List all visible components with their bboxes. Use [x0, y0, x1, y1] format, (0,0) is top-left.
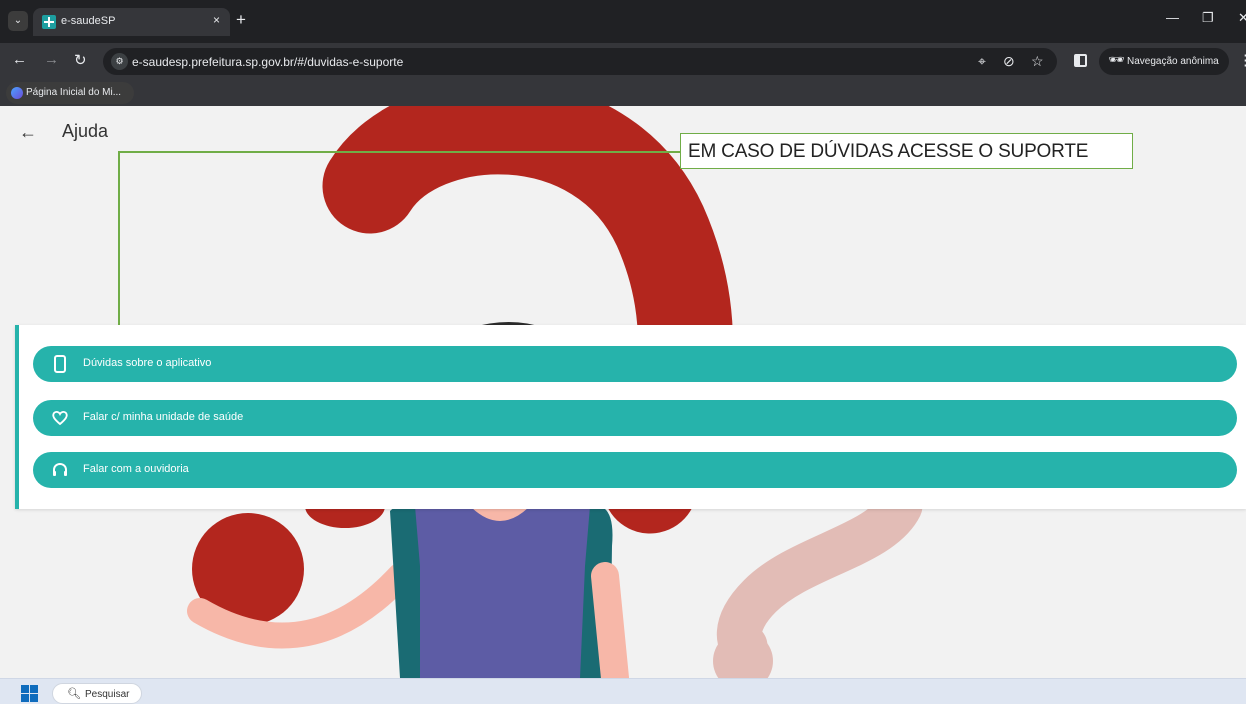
- taskbar-search[interactable]: 🔍︎ Pesquisar: [52, 683, 142, 704]
- annotation-callout: EM CASO DE DÚVIDAS ACESSE O SUPORTE: [680, 133, 1133, 169]
- support-menu-panel: Dúvidas sobre o aplicativo Falar c/ minh…: [15, 325, 1246, 509]
- close-window-icon[interactable]: ✕: [1238, 10, 1246, 26]
- app-questions-button[interactable]: Dúvidas sobre o aplicativo: [33, 346, 1237, 382]
- browser-tab[interactable]: e-saudeSP ×: [33, 8, 230, 36]
- incognito-badge[interactable]: 🕶 Navegação anônima: [1099, 48, 1229, 75]
- search-icon: 🔍︎: [67, 688, 81, 700]
- heart-icon: [52, 411, 68, 426]
- bookmarks-bar: Página Inicial do Mi...: [0, 80, 1246, 106]
- menu-item-label: Dúvidas sobre o aplicativo: [83, 357, 212, 369]
- site-info-icon[interactable]: ⚙: [111, 53, 128, 70]
- side-panel-icon[interactable]: [1074, 54, 1087, 67]
- contact-health-unit-button[interactable]: Falar c/ minha unidade de saúde: [33, 400, 1237, 436]
- tab-close-icon[interactable]: ×: [213, 13, 220, 27]
- tab-search-button[interactable]: ⌄: [8, 11, 28, 31]
- menu-item-label: Falar com a ouvidoria: [83, 463, 189, 475]
- search-label: Pesquisar: [85, 689, 130, 700]
- bookmark-label: Página Inicial do Mi...: [26, 87, 122, 98]
- site-favicon-icon: [42, 15, 56, 29]
- incognito-icon: 🕶: [1108, 52, 1125, 67]
- windows-start-icon[interactable]: [21, 685, 38, 702]
- browser-toolbar: ← → ↻ ⚙ e-saudesp.prefeitura.sp.gov.br/#…: [0, 43, 1246, 80]
- tab-title: e-saudeSP: [61, 15, 116, 27]
- browser-menu-icon[interactable]: ⋮: [1238, 51, 1246, 69]
- new-tab-button[interactable]: +: [236, 10, 246, 30]
- address-bar[interactable]: ⚙ e-saudesp.prefeitura.sp.gov.br/#/duvid…: [103, 48, 1057, 75]
- incognito-label: Navegação anônima: [1127, 56, 1219, 67]
- page-content: ← Ajuda EM CASO DE DÚVIDAS ACESSE O SUPO…: [0, 106, 1246, 678]
- annotation-text: EM CASO DE DÚVIDAS ACESSE O SUPORTE: [688, 141, 1089, 162]
- headset-icon: [53, 462, 67, 476]
- smartphone-icon: [54, 355, 66, 373]
- os-taskbar: 🔍︎ Pesquisar: [0, 678, 1246, 704]
- browser-tab-strip: ⌄ e-saudeSP × + — ❐ ✕: [0, 0, 1246, 43]
- reload-icon[interactable]: ↻: [74, 51, 87, 69]
- menu-item-label: Falar c/ minha unidade de saúde: [83, 411, 244, 423]
- location-icon[interactable]: ⌖: [978, 53, 986, 70]
- forward-icon[interactable]: →: [44, 51, 59, 68]
- minimize-icon[interactable]: —: [1166, 10, 1179, 25]
- back-icon[interactable]: ←: [12, 51, 27, 68]
- restore-icon[interactable]: ❐: [1202, 10, 1214, 26]
- ombudsman-button[interactable]: Falar com a ouvidoria: [33, 452, 1237, 488]
- bookmark-item[interactable]: Página Inicial do Mi...: [6, 82, 134, 104]
- bookmark-star-icon[interactable]: ☆: [1031, 53, 1044, 70]
- url-text[interactable]: e-saudesp.prefeitura.sp.gov.br/#/duvidas…: [132, 55, 403, 69]
- bookmark-favicon-icon: [11, 87, 23, 99]
- eye-off-icon[interactable]: ⊘: [1003, 53, 1015, 70]
